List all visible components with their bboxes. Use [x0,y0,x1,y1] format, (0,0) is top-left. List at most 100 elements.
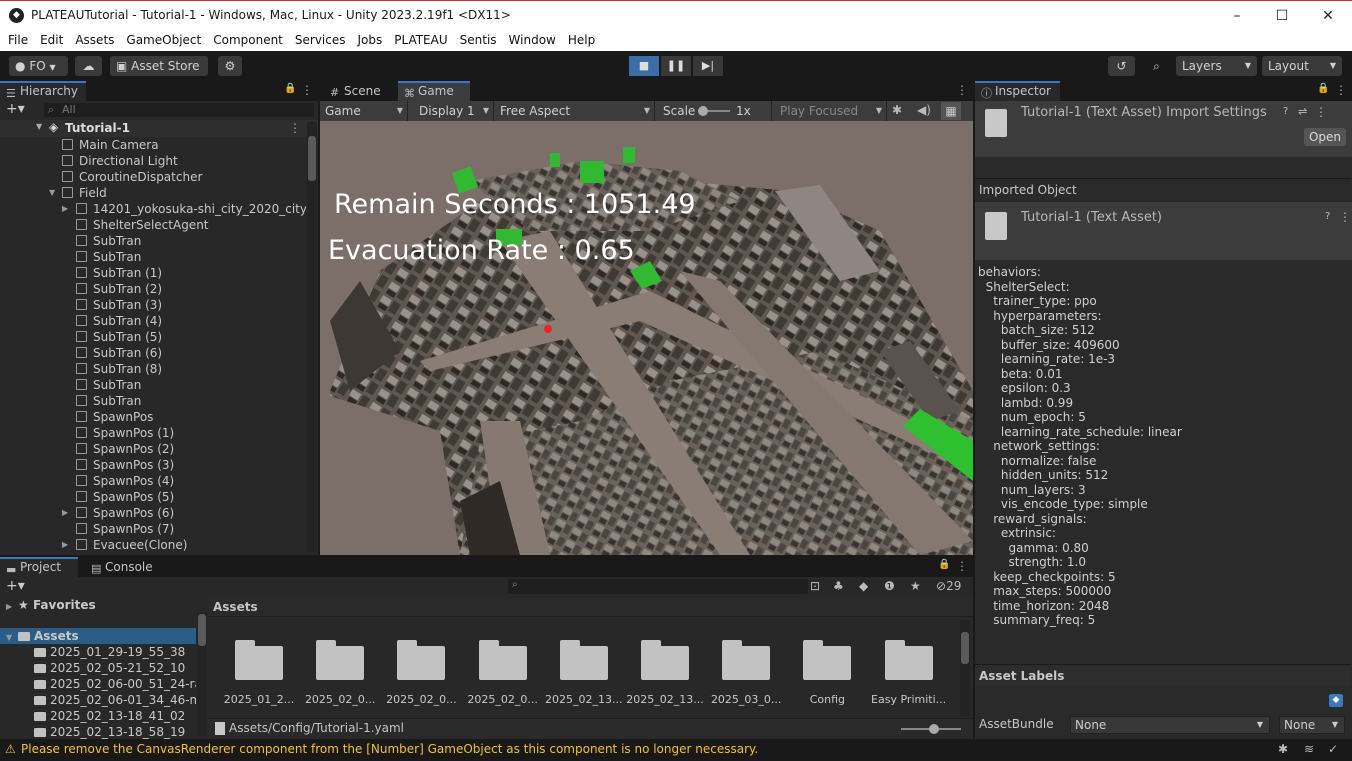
menu-help[interactable]: Help [562,31,601,50]
hierarchy-item[interactable]: SubTran [0,377,306,393]
folder-icon[interactable] [641,640,689,680]
project-search-input[interactable]: ⌕ [508,579,808,594]
debug-icon[interactable]: ✱ [1278,742,1288,756]
lock-icon[interactable]: 🔒 [938,559,950,570]
assetbundle-dropdown[interactable]: None ▼ [1070,716,1270,734]
folder-label[interactable]: 2025_02_0... [301,693,379,706]
help-icon[interactable]: ? [1325,211,1330,222]
help-icon[interactable]: ? [1283,106,1288,117]
lock-icon[interactable]: 🔒 [1317,83,1329,94]
folder-label[interactable]: Config [788,693,866,706]
hierarchy-item[interactable]: ▼ Field [0,185,306,201]
play-mode-dropdown[interactable]: Play Focused ▼ [775,101,887,121]
bug-icon[interactable]: ✱ [892,103,902,117]
hierarchy-item[interactable]: SpawnPos (5) [0,489,306,505]
project-tree-folder[interactable]: 2025_02_06-00_51_24-rai [34,676,196,692]
menu-jobs[interactable]: Jobs [352,31,389,50]
add-button[interactable]: +▾ [6,578,25,594]
hierarchy-item[interactable]: SubTran (3) [0,297,306,313]
project-grid-scrollbar[interactable] [960,620,970,716]
project-tree-folder[interactable]: 2025_02_13-18_41_02 [34,708,196,724]
project-tree-folder[interactable]: 2025_02_13-18_58_19 [34,724,196,740]
folder-label[interactable]: 2025_02_13... [545,693,623,706]
folder-icon[interactable] [803,640,852,680]
open-button[interactable]: Open [1304,128,1346,146]
hierarchy-scrollbar[interactable] [307,122,317,552]
hierarchy-item[interactable]: SubTran (8) [0,361,306,377]
aspect-dropdown[interactable]: Free Aspect ▼ [495,101,655,121]
hierarchy-item[interactable]: ▶ 14201_yokosuka-shi_city_2020_citygr [0,201,306,217]
kebab-menu-icon[interactable]: ⋮ [956,559,968,573]
hierarchy-item[interactable]: ShelterSelectAgent [0,217,306,233]
favorites-item[interactable]: ▶ ★ Favorites [6,597,96,613]
tab-console[interactable]: ▤ Console [85,557,165,577]
asset-labels-header[interactable]: Asset Labels [975,664,1351,686]
maximize-button[interactable]: ☐ [1267,5,1297,27]
hierarchy-item[interactable]: SubTran (4) [0,313,306,329]
game-viewport[interactable]: Remain Seconds : 1051.49 Evacuation Rate… [320,121,973,555]
folder-icon[interactable] [235,640,283,680]
hierarchy-item[interactable]: SpawnPos (3) [0,457,306,473]
expand-arrow-icon[interactable]: ▼ [6,630,18,646]
scale-slider[interactable]: Scale 1x [658,101,772,121]
kebab-menu-icon[interactable]: ⋮ [1339,210,1351,224]
folder-label[interactable]: 2025_02_0... [382,693,460,706]
hidden-packages-icon[interactable]: ⊘29 [936,579,961,593]
folder-label[interactable]: 2025_02_13... [626,693,704,706]
warning-filter-icon[interactable]: ❶ [884,579,895,593]
folder-icon[interactable] [722,640,771,680]
menu-sentis[interactable]: Sentis [454,31,503,50]
tab-hierarchy[interactable]: ☰ Hierarchy [0,81,86,101]
assets-root-item[interactable]: ▼ Assets [0,628,196,644]
project-tree-scrollbar[interactable] [197,612,207,736]
folder-icon[interactable] [478,640,527,680]
close-button[interactable]: ✕ [1313,5,1343,27]
package-button[interactable]: ⚙ [218,56,242,76]
step-button[interactable]: ▶| [693,56,723,76]
menu-assets[interactable]: Assets [69,31,120,50]
tab-project[interactable]: ▬ Project [0,557,78,577]
settings-sliders-icon[interactable]: ⇌ [1298,105,1307,118]
search-button[interactable]: ⌕ [1143,56,1170,76]
hierarchy-item[interactable]: SpawnPos (1) [0,425,306,441]
layout-dropdown[interactable]: Layout ▼ [1262,56,1342,76]
zoom-slider-handle[interactable] [929,724,939,734]
hierarchy-item[interactable]: SubTran (2) [0,281,306,297]
account-dropdown[interactable]: ● FO ▼ [9,56,68,76]
menu-window[interactable]: Window [503,31,562,50]
hierarchy-item[interactable]: CoroutineDispatcher [0,169,306,185]
menu-file[interactable]: File [0,31,34,50]
hierarchy-item[interactable]: Main Camera [0,137,306,153]
folder-icon[interactable] [316,640,365,680]
menu-component[interactable]: Component [207,31,289,50]
scene-row[interactable]: ▼ ◈ Tutorial-1 ⋮ [0,120,318,137]
label-icon[interactable]: ◆ [859,579,868,593]
expand-arrow-icon[interactable]: ▶ [62,505,68,521]
project-breadcrumb[interactable]: Assets [209,597,973,617]
folder-icon[interactable] [559,640,608,680]
hierarchy-item[interactable]: SubTran [0,249,306,265]
hierarchy-item[interactable]: SubTran (1) [0,265,306,281]
hierarchy-item[interactable]: Directional Light [0,153,306,169]
expand-arrow-icon[interactable]: ▶ [6,599,18,615]
scrollbar-thumb[interactable] [961,632,969,664]
asset-store-dropdown[interactable]: ▣ Asset Store ▼ [110,56,208,92]
status-message[interactable]: Please remove the CanvasRenderer compone… [21,742,758,756]
kebab-menu-icon[interactable]: ⋮ [301,83,313,97]
kebab-menu-icon[interactable]: ⋮ [1315,105,1327,119]
database-icon[interactable]: ≋ [1304,742,1314,756]
scrollbar-thumb[interactable] [198,614,206,646]
slider-handle[interactable] [698,106,708,116]
tab-inspector[interactable]: ⓘ Inspector [975,81,1060,101]
hierarchy-item[interactable]: SpawnPos (7) [0,521,306,537]
undo-history-button[interactable]: ↺ [1108,56,1135,76]
project-tree-folder[interactable]: 2025_01_29-19_55_38 [34,644,196,660]
play-button[interactable]: ■ [629,56,659,76]
hierarchy-item[interactable]: SubTran (6) [0,345,306,361]
folder-icon[interactable] [397,640,446,680]
project-tree-folder[interactable]: 2025_02_06-01_34_46-m [34,692,196,708]
check-circle-icon[interactable]: ✓ [1328,742,1338,756]
cloud-button[interactable]: ☁ [75,56,102,76]
lock-icon[interactable]: 🔒 [284,83,296,94]
stats-icon[interactable]: ▦ [941,102,961,120]
